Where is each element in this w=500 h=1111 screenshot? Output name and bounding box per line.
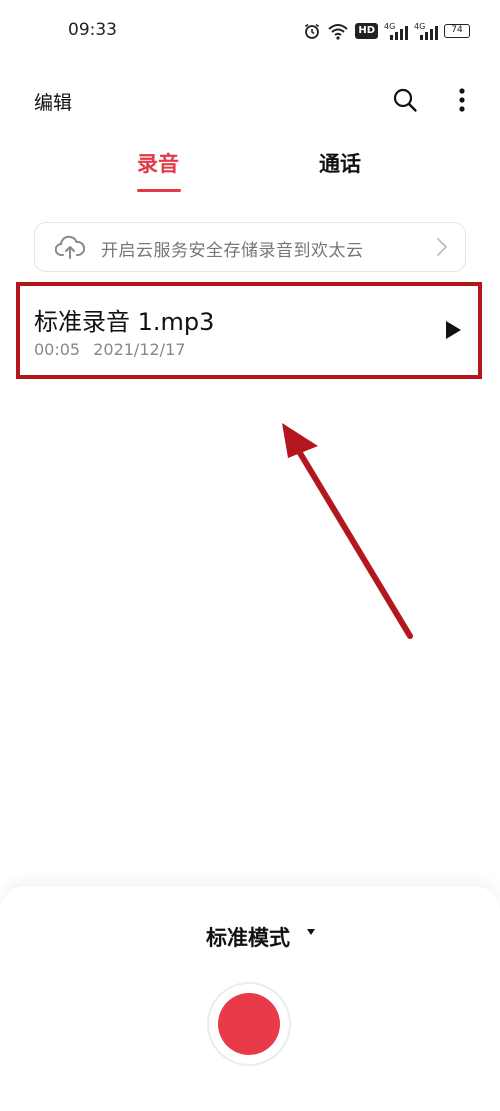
record-panel: 标准模式: [0, 886, 500, 1111]
record-mode-selector[interactable]: 标准模式: [206, 922, 290, 952]
hd-badge: HD: [355, 23, 378, 39]
search-icon[interactable]: [392, 87, 418, 113]
recording-list-item[interactable]: 标准录音 1.mp3 00:05 2021/12/17: [16, 282, 482, 379]
recording-name: 标准录音 1.mp3: [34, 308, 215, 336]
recording-meta: 00:05 2021/12/17: [34, 340, 185, 359]
tab-calls[interactable]: 通话: [319, 148, 361, 178]
wifi-icon: [328, 24, 348, 40]
edit-button[interactable]: 编辑: [34, 88, 72, 115]
signal-icon: 4G: [384, 22, 408, 40]
signal-icon: 4G: [414, 22, 438, 40]
cloud-banner-text: 开启云服务安全存储录音到欢太云: [101, 241, 364, 261]
status-bar: 09:33 HD 4G 4G 74: [0, 0, 500, 64]
status-icons: HD 4G 4G 74: [303, 20, 470, 42]
cloud-service-banner[interactable]: 开启云服务安全存储录音到欢太云: [34, 222, 466, 272]
record-icon: [218, 993, 280, 1055]
cloud-upload-icon: [55, 235, 85, 259]
tab-bar: 录音 通话: [0, 140, 500, 194]
top-bar: 编辑: [0, 72, 500, 128]
record-button[interactable]: [207, 982, 291, 1066]
battery-level: 74: [451, 25, 463, 35]
tab-recordings[interactable]: 录音: [137, 148, 179, 178]
play-icon[interactable]: [443, 320, 463, 340]
caret-down-icon[interactable]: [307, 929, 315, 935]
more-vertical-icon[interactable]: [452, 86, 472, 114]
recording-date: 2021/12/17: [93, 340, 186, 359]
chevron-right-icon: [437, 238, 447, 256]
status-time: 09:33: [68, 20, 117, 40]
battery-icon: 74: [444, 24, 470, 38]
recording-duration: 00:05: [34, 340, 81, 359]
active-tab-indicator: [137, 189, 181, 192]
alarm-icon: [305, 23, 320, 39]
